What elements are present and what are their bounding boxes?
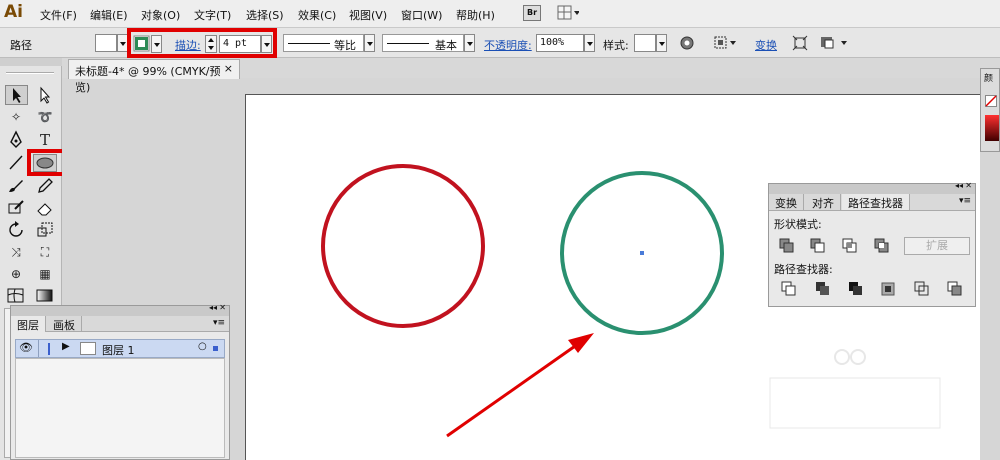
layer-row[interactable]: 👁 ▶ 图层 1 ○ <box>15 339 225 358</box>
layers-panel-tabs: 图层 画板 ▾≡ <box>11 316 229 332</box>
expand-button[interactable]: 扩展 <box>904 237 970 255</box>
tab-layers[interactable]: 图层 <box>11 316 46 332</box>
unite-icon[interactable] <box>779 238 795 254</box>
collapse-panel-icon[interactable]: ◂◂ <box>955 181 963 190</box>
crop-icon[interactable] <box>880 281 896 297</box>
intersect-icon[interactable] <box>842 238 858 254</box>
close-panel-icon[interactable]: ✕ <box>219 303 226 312</box>
color-spectrum[interactable] <box>985 115 999 141</box>
red-circle[interactable] <box>321 164 485 328</box>
none-swatch-icon[interactable] <box>985 95 997 107</box>
selection-indicator[interactable] <box>213 346 218 351</box>
tab-artboards[interactable]: 画板 <box>47 316 82 332</box>
minus-back-icon[interactable] <box>947 281 963 297</box>
layers-panel: ◂◂ ✕ 图层 画板 ▾≡ 👁 ▶ 图层 1 ○ <box>10 303 230 460</box>
watermark <box>769 349 941 429</box>
layer-thumbnail <box>80 342 96 355</box>
shape-modes-label: 形状模式: <box>774 218 822 231</box>
collapse-panel-icon[interactable]: ◂◂ <box>209 303 217 312</box>
target-circle-icon[interactable]: ○ <box>198 341 207 352</box>
merge-icon[interactable] <box>848 281 864 297</box>
layers-panel-titlebar[interactable]: ◂◂ ✕ <box>11 303 229 316</box>
row-divider <box>38 340 39 357</box>
color-panel-label: 颜 <box>984 74 994 84</box>
close-panel-icon[interactable]: ✕ <box>965 181 972 190</box>
layers-list-empty-area <box>15 358 225 458</box>
annotation-arrow-shaft <box>446 342 579 438</box>
minus-front-icon[interactable] <box>810 238 826 254</box>
pathfinder-panel: ◂◂ ✕ 变换 对齐 路径查找器 ▾≡ 形状模式: 扩展 路径查找器: <box>768 181 976 307</box>
tab-pathfinder[interactable]: 路径查找器 <box>842 194 910 210</box>
center-point <box>640 251 644 255</box>
layer-name[interactable]: 图层 1 <box>102 342 135 358</box>
trim-icon[interactable] <box>815 281 831 297</box>
panel-menu-icon[interactable]: ▾≡ <box>959 196 971 206</box>
pathfinder-titlebar[interactable]: ◂◂ ✕ <box>769 181 975 194</box>
exclude-icon[interactable] <box>874 238 890 254</box>
tab-align[interactable]: 对齐 <box>806 194 841 210</box>
pathfinders-label: 路径查找器: <box>774 263 833 276</box>
visibility-eye-icon[interactable]: 👁 <box>19 341 33 354</box>
expand-layer-icon[interactable]: ▶ <box>62 341 70 352</box>
tab-transform[interactable]: 变换 <box>769 194 804 210</box>
layer-color-bar <box>48 343 50 355</box>
panel-menu-icon[interactable]: ▾≡ <box>213 318 225 328</box>
divide-icon[interactable] <box>781 281 797 297</box>
outline-icon[interactable] <box>914 281 930 297</box>
pathfinder-tabs: 变换 对齐 路径查找器 ▾≡ <box>769 194 975 211</box>
color-panel-collapsed: 颜 <box>980 68 1000 152</box>
